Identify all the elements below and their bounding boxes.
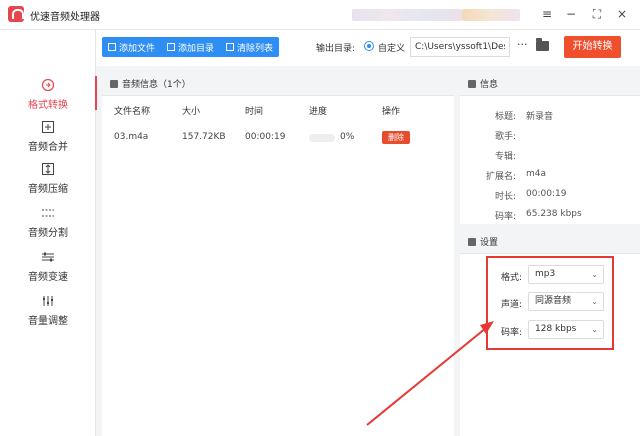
column-header: 大小 bbox=[182, 107, 201, 117]
info-gear-icon bbox=[468, 79, 476, 88]
custom-dir-label: 自定义 bbox=[378, 44, 406, 54]
add-folder-button[interactable]: 添加目录 bbox=[161, 37, 220, 57]
volume-icon bbox=[43, 296, 53, 306]
column-header: 时间 bbox=[245, 107, 264, 117]
column-header: 进度 bbox=[309, 107, 328, 117]
info-panel-header: 信息 bbox=[460, 72, 640, 96]
add-file-icon bbox=[108, 43, 116, 51]
file-name-cell: 03.m4a bbox=[114, 132, 149, 142]
custom-dir-radio[interactable] bbox=[364, 41, 374, 51]
file-panel-title: 音频信息（1个） bbox=[122, 80, 191, 90]
settings-panel-header: 设置 bbox=[460, 230, 640, 254]
settings-highlight-box bbox=[486, 256, 614, 350]
sidebar-item-format-convert[interactable]: 格式转换 bbox=[0, 72, 97, 116]
file-actions-group: 添加文件 添加目录 清除列表 bbox=[102, 37, 280, 57]
toolbar: 添加文件 添加目录 清除列表 输出目录: 自定义 ··· 开始转换 bbox=[96, 30, 640, 66]
sidebar-item-speed[interactable]: 音频变速 bbox=[0, 244, 96, 288]
progress-bar bbox=[309, 134, 335, 142]
info-artist-label: 歌手: bbox=[494, 132, 516, 142]
merge-icon bbox=[42, 121, 54, 133]
start-convert-button[interactable]: 开始转换 bbox=[564, 36, 621, 58]
column-header: 操作 bbox=[382, 107, 401, 117]
table-row[interactable]: 03.m4a 157.72KB 00:00:19 0% 删除 bbox=[102, 126, 454, 148]
speed-icon bbox=[42, 252, 54, 262]
info-album-label: 专辑: bbox=[494, 152, 516, 162]
clear-list-button[interactable]: 清除列表 bbox=[220, 37, 279, 57]
split-icon bbox=[42, 209, 54, 217]
sidebar-item-volume[interactable]: 音量调整 bbox=[0, 288, 96, 332]
output-path-input[interactable] bbox=[410, 37, 510, 57]
title-bar: 优速音频处理器 ≡ − ⛶ × bbox=[0, 0, 640, 30]
blurred-user-area bbox=[462, 9, 520, 21]
delete-button[interactable]: 删除 bbox=[382, 131, 410, 144]
folder-icon bbox=[167, 43, 176, 51]
info-bitrate-label: 码率: bbox=[494, 212, 516, 222]
open-folder-icon[interactable] bbox=[536, 38, 549, 51]
app-logo-icon bbox=[8, 6, 24, 22]
sidebar-item-label: 音量调整 bbox=[28, 316, 68, 327]
info-panel-title: 信息 bbox=[480, 80, 499, 90]
menu-icon[interactable]: ≡ bbox=[538, 5, 556, 23]
format-convert-icon bbox=[41, 78, 55, 92]
file-panel-header: 音频信息（1个） bbox=[102, 72, 454, 96]
sidebar-item-label: 音频压缩 bbox=[28, 184, 68, 195]
table-header: 文件名称 大小 时间 进度 操作 bbox=[102, 100, 454, 118]
sidebar-item-split[interactable]: 音频分割 bbox=[0, 200, 96, 244]
settings-panel-title: 设置 bbox=[480, 238, 499, 248]
blurred-account-area bbox=[352, 9, 462, 21]
trash-icon bbox=[226, 43, 235, 51]
more-button[interactable]: ··· bbox=[517, 38, 528, 51]
add-file-button[interactable]: 添加文件 bbox=[102, 37, 161, 57]
sidebar: 格式转换 音频合并 音频压缩 音频分割 音频变速 音量调整 bbox=[0, 30, 97, 436]
info-title-label: 标题: bbox=[494, 112, 516, 122]
close-icon[interactable]: × bbox=[613, 5, 631, 23]
file-time-cell: 00:00:19 bbox=[245, 132, 286, 142]
sidebar-item-compress[interactable]: 音频压缩 bbox=[0, 156, 96, 200]
active-indicator bbox=[95, 76, 97, 110]
add-file-label: 添加文件 bbox=[119, 43, 156, 54]
sidebar-item-merge[interactable]: 音频合并 bbox=[0, 114, 96, 158]
info-duration-label: 时长: bbox=[494, 192, 516, 202]
sidebar-item-label: 音频变速 bbox=[28, 272, 68, 283]
audio-info-icon bbox=[110, 79, 118, 88]
info-ext-value: m4a bbox=[526, 169, 547, 179]
compress-icon bbox=[42, 163, 54, 175]
minimize-icon[interactable]: − bbox=[562, 5, 580, 23]
output-dir-label: 输出目录: bbox=[316, 44, 356, 54]
progress-text: 0% bbox=[340, 132, 355, 142]
maximize-icon[interactable]: ⛶ bbox=[588, 5, 606, 23]
info-bitrate-value: 65.238 kbps bbox=[526, 209, 582, 219]
add-folder-label: 添加目录 bbox=[178, 43, 215, 54]
settings-gear-icon bbox=[468, 237, 476, 246]
info-ext-label: 扩展名: bbox=[485, 172, 516, 182]
sidebar-item-label: 音频合并 bbox=[28, 142, 68, 153]
info-title-value: 新录音 bbox=[526, 112, 554, 122]
app-title: 优速音频处理器 bbox=[30, 12, 100, 23]
sidebar-item-label: 格式转换 bbox=[28, 100, 68, 111]
sidebar-item-label: 音频分割 bbox=[28, 228, 68, 239]
file-size-cell: 157.72KB bbox=[182, 132, 226, 142]
file-list-panel: 音频信息（1个） 文件名称 大小 时间 进度 操作 03.m4a 157.72K… bbox=[102, 72, 454, 436]
info-duration-value: 00:00:19 bbox=[526, 189, 567, 199]
clear-list-label: 清除列表 bbox=[237, 43, 274, 54]
column-header: 文件名称 bbox=[114, 107, 151, 117]
info-panel: 信息 标题: 新录音 歌手: 专辑: 扩展名: m4a 时长: 00:00:19… bbox=[460, 72, 640, 224]
